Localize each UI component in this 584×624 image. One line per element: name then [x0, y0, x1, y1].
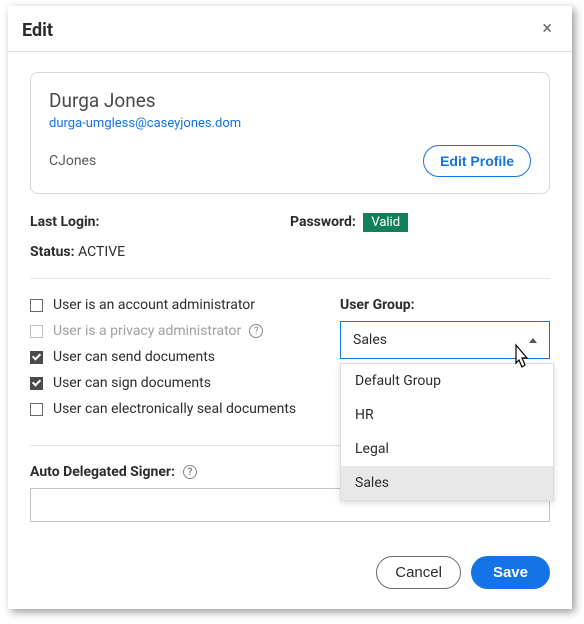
meta-row: Last Login: Password: Valid [30, 214, 550, 230]
check-label: User can sign documents [53, 375, 211, 391]
chevron-up-icon [529, 338, 537, 343]
dropdown-option-hr[interactable]: HR [341, 398, 553, 432]
close-icon[interactable]: × [542, 20, 552, 38]
password-status-badge: Valid [363, 213, 408, 232]
password-field: Password: Valid [290, 214, 550, 230]
divider [30, 278, 550, 279]
check-label: User can electronically seal documents [53, 401, 296, 417]
user-username: CJones [49, 153, 96, 169]
check-privacy-admin: User is a privacy administrator ? [30, 323, 340, 339]
dropdown-option-default[interactable]: Default Group [341, 364, 553, 398]
check-label: User is an account administrator [53, 297, 255, 313]
last-login-label: Last Login: [30, 214, 290, 230]
modal-title: Edit [22, 20, 53, 41]
status-row: Status: ACTIVE [30, 244, 550, 260]
check-account-admin[interactable]: User is an account administrator [30, 297, 340, 313]
help-icon[interactable]: ? [183, 465, 197, 479]
checkbox-icon [30, 325, 43, 338]
checkbox-icon [30, 403, 43, 416]
help-icon[interactable]: ? [249, 324, 263, 338]
checkbox-icon [30, 377, 43, 390]
checkbox-column: User is an account administrator User is… [30, 297, 340, 427]
user-group-dropdown: Default Group HR Legal Sales [340, 363, 554, 501]
cancel-button[interactable]: Cancel [376, 556, 461, 589]
edit-user-modal: Edit × Durga Jones durga-umgless@caseyjo… [8, 6, 572, 609]
check-send-docs[interactable]: User can send documents [30, 349, 340, 365]
user-group-column: User Group: Sales Default Group HR Legal… [340, 297, 550, 427]
save-button[interactable]: Save [471, 556, 550, 589]
user-card: Durga Jones durga-umgless@caseyjones.dom… [30, 72, 550, 194]
check-label: User is a privacy administrator [53, 323, 241, 339]
permissions-area: User is an account administrator User is… [30, 297, 550, 427]
edit-profile-button[interactable]: Edit Profile [423, 145, 531, 177]
status-label: Status: [30, 244, 75, 260]
user-full-name: Durga Jones [49, 89, 531, 112]
password-label: Password: [290, 214, 356, 230]
user-group-label: User Group: [340, 297, 550, 313]
status-value: ACTIVE [78, 244, 125, 260]
user-email[interactable]: durga-umgless@caseyjones.dom [49, 116, 531, 131]
check-label: User can send documents [53, 349, 215, 365]
check-sign-docs[interactable]: User can sign documents [30, 375, 340, 391]
modal-content: Durga Jones durga-umgless@caseyjones.dom… [8, 52, 572, 540]
select-value: Sales [353, 332, 387, 348]
modal-header: Edit × [8, 6, 572, 52]
user-group-select[interactable]: Sales [340, 321, 550, 359]
checkbox-icon [30, 299, 43, 312]
dropdown-option-legal[interactable]: Legal [341, 432, 553, 466]
dropdown-option-sales[interactable]: Sales [341, 466, 553, 500]
check-seal-docs[interactable]: User can electronically seal documents [30, 401, 340, 417]
checkbox-icon [30, 351, 43, 364]
auto-delegated-label: Auto Delegated Signer: [30, 464, 175, 480]
modal-footer: Cancel Save [8, 540, 572, 609]
user-card-row: CJones Edit Profile [49, 145, 531, 177]
